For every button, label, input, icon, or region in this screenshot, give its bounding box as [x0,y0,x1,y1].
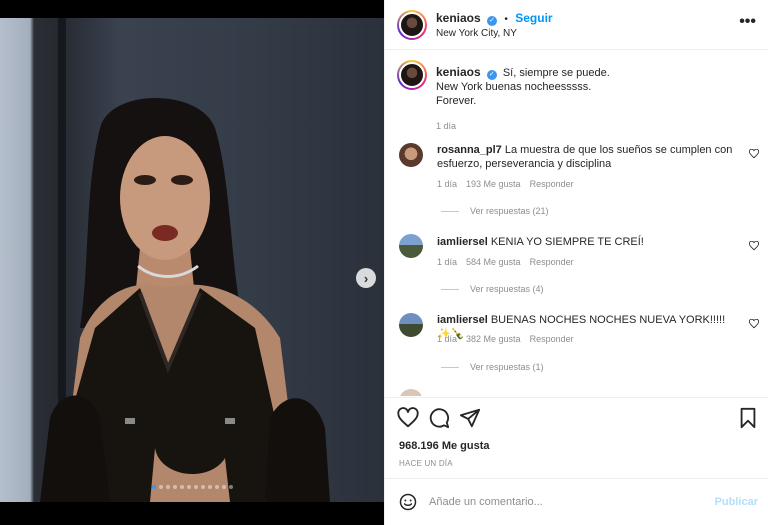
header-separator: • [504,14,508,25]
comment-like-heart-icon[interactable] [749,241,759,251]
comment-username[interactable]: iamliersel [437,236,488,248]
view-replies-label: Ver respuestas (21) [470,206,549,216]
woman-figure-image [40,98,330,502]
view-replies-button[interactable]: Ver respuestas (1) [441,362,544,372]
chevron-right-icon: › [363,270,369,286]
caption-line-1: Sí, siempre se puede. [502,67,610,79]
caption-username[interactable]: keniaos [436,65,481,79]
comment-composer: Publicar [385,478,768,525]
comment-time: 1 día [437,179,458,189]
post-timestamp: HACE UN DÍA [399,459,453,468]
comment-likes[interactable]: 382 Me gusta [466,334,521,344]
carousel-dot [172,485,177,489]
carousel-dot [228,485,233,489]
post-photo[interactable]: › [0,18,384,502]
comment-username[interactable]: iamliersel [437,314,488,326]
view-replies-button[interactable]: Ver respuestas (21) [441,206,549,216]
caption-time: 1 día [436,121,457,131]
reply-button[interactable]: Responder [530,179,574,189]
view-replies-button[interactable]: Ver respuestas (4) [441,284,544,294]
comment-time: 1 día [437,257,458,267]
post-location[interactable]: New York City, NY [436,28,517,39]
heart-icon[interactable] [397,407,419,429]
reply-button[interactable]: Responder [530,334,574,344]
view-replies-label: Ver respuestas (1) [470,362,544,372]
comments-list[interactable]: keniaos ✓ Sí, siempre se puede. New York… [385,51,768,396]
next-slide-button[interactable]: › [356,268,376,288]
carousel-dot [221,485,226,489]
commenter-avatar[interactable] [399,313,423,337]
paper-plane-icon[interactable] [459,407,481,429]
comment-meta: 1 día 193 Me gusta Responder [437,179,574,189]
reply-button[interactable]: Responder [530,257,574,267]
carousel-dot [186,485,191,489]
comment-likes[interactable]: 584 Me gusta [466,257,521,267]
comment-meta: 1 día 382 Me gusta Responder [437,334,574,344]
comment-input[interactable] [429,491,709,513]
verified-badge-icon: ✓ [486,70,497,80]
comment-likes[interactable]: 193 Me gusta [466,179,521,189]
carousel-dot [165,485,170,489]
carousel-dot [200,485,205,489]
author-username[interactable]: keniaos [436,11,481,25]
post-detail-panel: keniaos ✓ • Seguir New York City, NY •••… [384,0,768,525]
commenter-avatar[interactable] [399,234,423,258]
bookmark-icon[interactable] [737,407,759,429]
view-replies-label: Ver respuestas (4) [470,284,544,294]
commenter-avatar[interactable] [399,389,423,396]
carousel-dot [158,485,163,489]
comment-text: BUENAS NOCHES NOCHES NUEVA YORK!!!!! [490,314,726,326]
caption-line-2: New York buenas nocheesssss. [436,81,592,93]
verified-badge-icon: ✓ [487,16,498,26]
comment-meta: 1 día 584 Me gusta Responder [437,257,574,267]
carousel-dot [214,485,219,489]
caption: keniaos ✓ Sí, siempre se puede. New York… [436,65,736,133]
publish-button[interactable]: Publicar [715,496,758,508]
carousel-dot [179,485,184,489]
carousel-indicator [0,485,384,489]
post-header: keniaos ✓ • Seguir New York City, NY ••• [385,0,768,50]
likes-count[interactable]: 968.196 Me gusta [399,440,490,452]
carousel-dot [151,485,156,489]
author-avatar[interactable] [397,10,427,40]
comment-text: KENIA YO SIEMPRE TE CREÍ! [490,236,644,248]
follow-button[interactable]: Seguir [515,11,552,25]
more-options-icon[interactable]: ••• [739,13,756,31]
post-actions: 968.196 Me gusta HACE UN DÍA [385,397,768,477]
comment-like-heart-icon[interactable] [749,149,759,159]
smiley-icon[interactable] [399,493,417,511]
comment-icon[interactable] [428,407,450,429]
comment-time: 1 día [437,334,458,344]
commenter-avatar[interactable] [399,143,423,167]
header-user-row: keniaos ✓ • Seguir [436,11,553,26]
carousel-dot [193,485,198,489]
caption-avatar[interactable] [397,60,427,90]
carousel-dot [207,485,212,489]
comment-like-heart-icon[interactable] [749,319,759,329]
post-media: › [0,0,384,525]
caption-line-3: Forever. [436,95,477,107]
comment-item: iamliersel KENIA YO SIEMPRE TE CREÍ! [437,235,737,249]
comment-username[interactable]: rosanna_pl7 [437,144,502,156]
comment-item: rosanna_pl7 La muestra de que los sueños… [437,143,737,171]
